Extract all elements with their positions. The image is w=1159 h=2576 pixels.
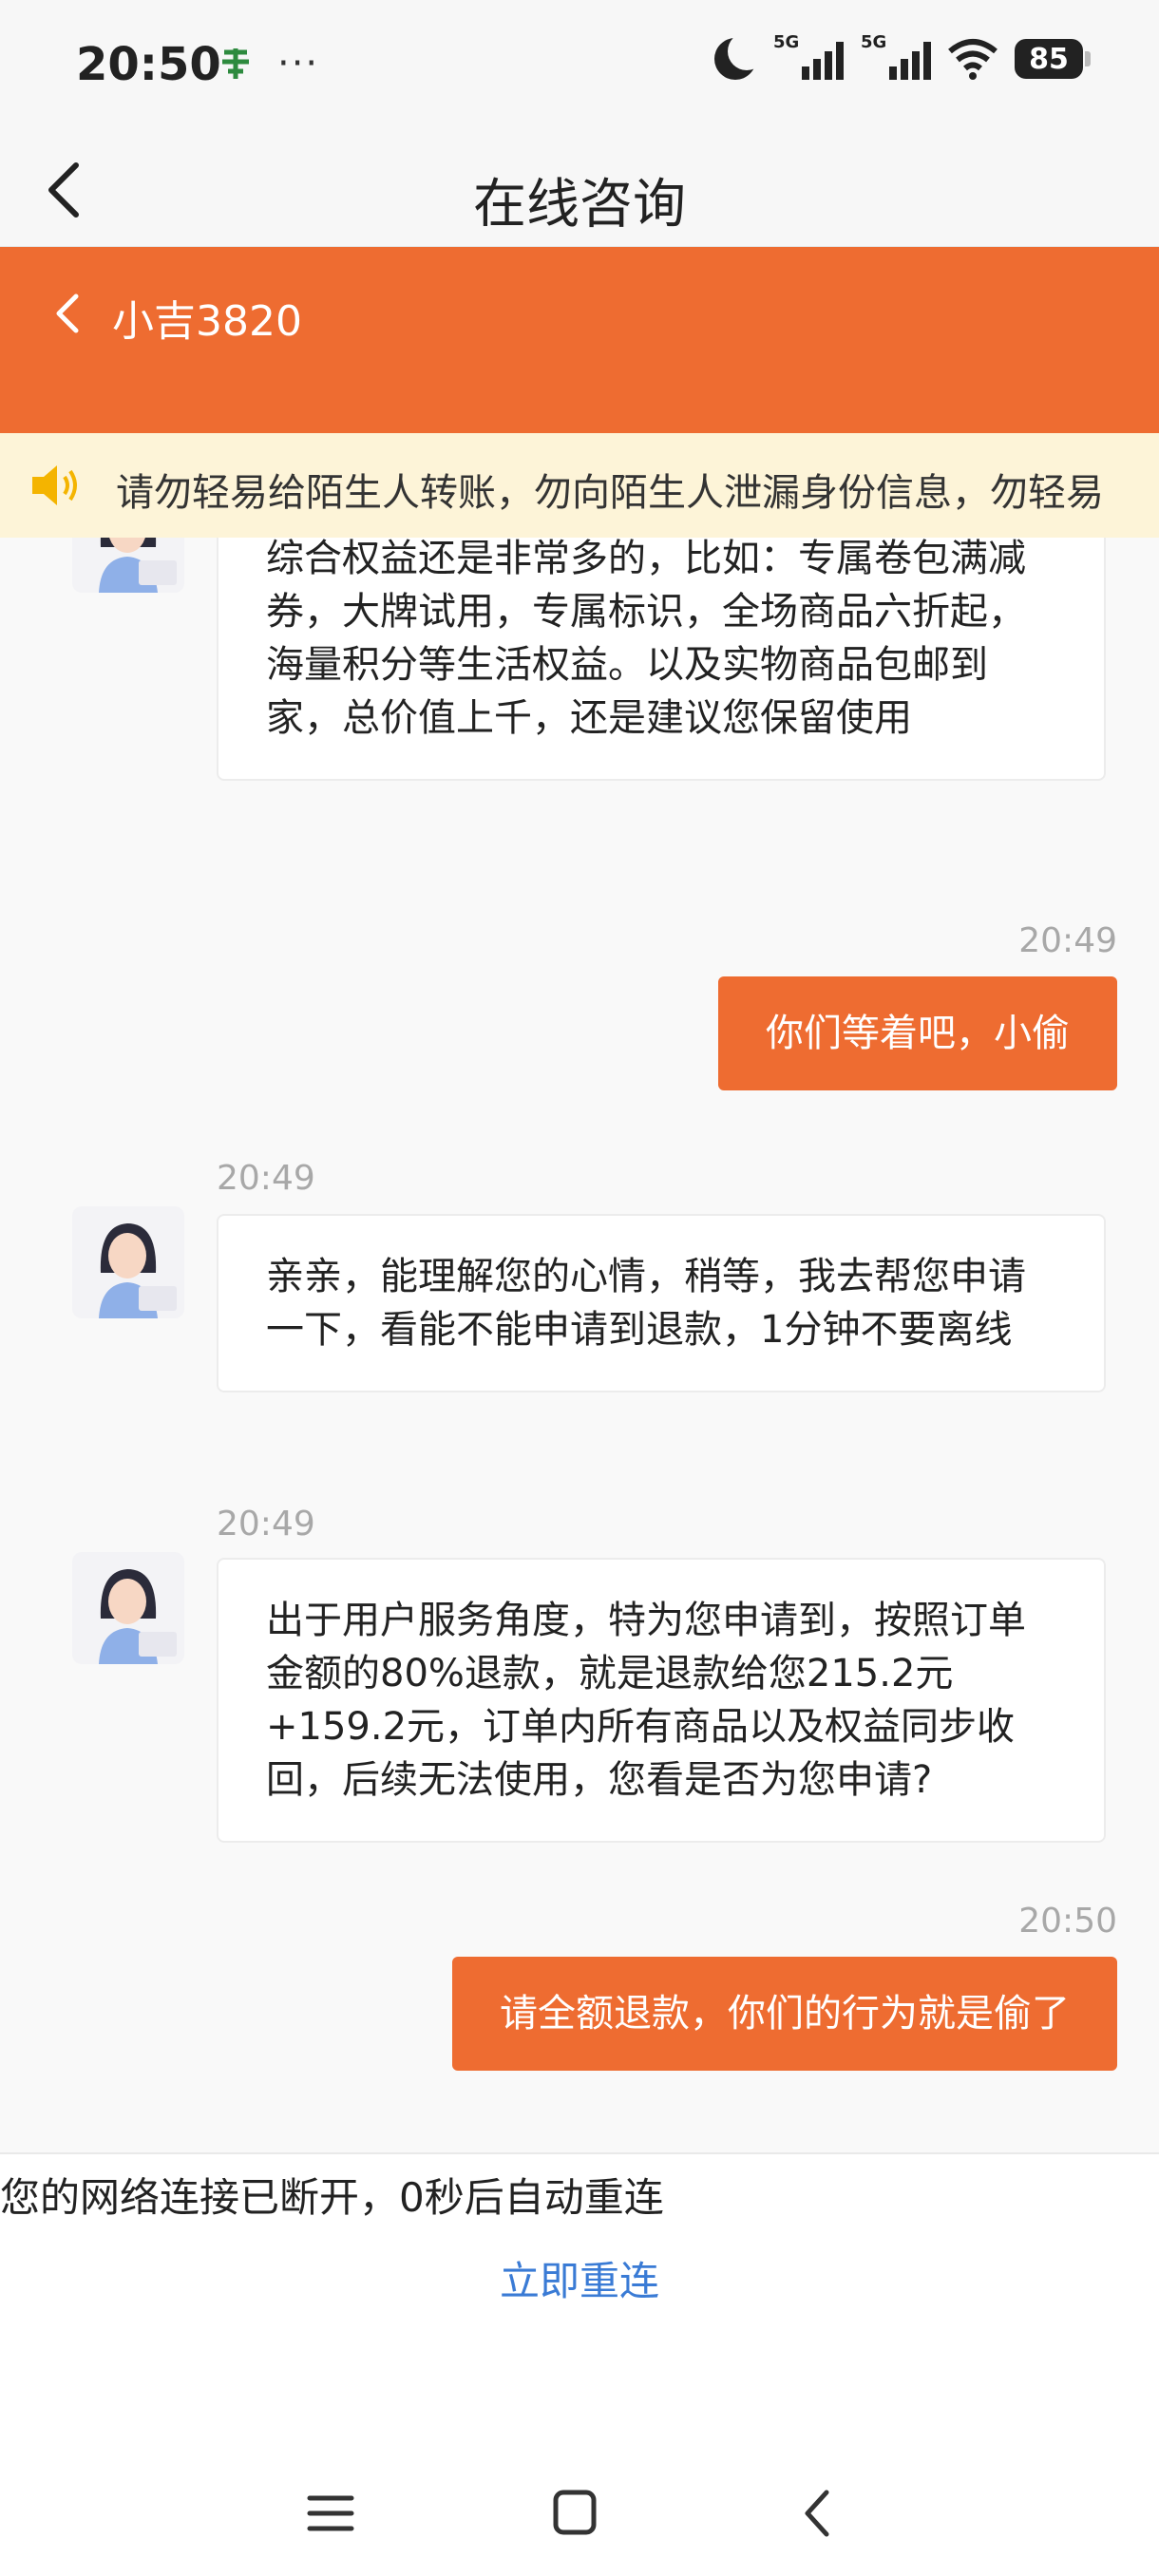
battery-indicator: 85 xyxy=(1015,39,1091,79)
message-timestamp: 20:50 xyxy=(1018,1902,1117,1941)
more-notifications-icon: ··· xyxy=(277,42,320,85)
signal-icon-2: 5G xyxy=(861,32,931,80)
agent-message-bubble: 亲亲，能理解您的心情，稍等，我去帮您申请一下，看能不能申请到退款，1分钟不要离线 xyxy=(217,1214,1106,1392)
notice-text: 请勿轻易给陌生人转账，勿向陌生人泄漏身份信息，勿轻易 xyxy=(116,471,1104,515)
speaker-icon xyxy=(32,465,77,505)
message-timestamp: 20:49 xyxy=(217,1159,315,1198)
status-bar: 20:50 ··· 5G 5G 85 xyxy=(0,0,1159,133)
message-timestamp: 20:49 xyxy=(217,1505,315,1544)
chat-back-button[interactable] xyxy=(44,285,93,342)
title-bar: 在线咨询 xyxy=(0,133,1159,247)
menu-icon[interactable] xyxy=(293,2479,369,2548)
message-timestamp: 20:49 xyxy=(1018,921,1117,960)
user-message-bubble: 请全额退款，你们的行为就是偷了 xyxy=(452,1957,1117,2071)
user-message-bubble: 你们等着吧，小偷 xyxy=(718,976,1117,1090)
carrier-icon xyxy=(222,48,249,79)
divider xyxy=(0,2152,1159,2154)
system-nav-bar xyxy=(0,2451,1159,2576)
chat-message-list[interactable]: 亲亲，理解您的心情呢，这两笔订单开通后，综合权益还是非常多的，比如：专属卷包满减… xyxy=(0,538,1159,2152)
network-type-label: 5G xyxy=(773,32,800,52)
agent-avatar xyxy=(72,1552,184,1664)
page-title: 在线咨询 xyxy=(473,174,686,236)
agent-avatar xyxy=(72,1206,184,1318)
message-text: 出于用户服务角度，特为您申请到，按照订单金额的80%退款，就是退款给您215.2… xyxy=(266,1599,1026,1802)
status-left-icons: ··· xyxy=(218,42,319,85)
chat-header: 小吉3820 xyxy=(0,247,1159,433)
back-icon[interactable] xyxy=(781,2479,857,2548)
message-text: 你们等着吧，小偷 xyxy=(766,1012,1070,1055)
home-icon[interactable] xyxy=(537,2479,613,2548)
message-text: 亲亲，理解您的心情呢，这两笔订单开通后，综合权益还是非常多的，比如：专属卷包满减… xyxy=(266,538,1026,740)
agent-message-bubble: 亲亲，理解您的心情呢，这两笔订单开通后，综合权益还是非常多的，比如：专属卷包满减… xyxy=(217,538,1106,781)
status-right-icons: 5G 5G 85 xyxy=(714,32,1091,80)
notice-banner: 请勿轻易给陌生人转账，勿向陌生人泄漏身份信息，勿轻易 xyxy=(0,433,1159,538)
network-type-label: 5G xyxy=(861,32,887,52)
agent-name: 小吉3820 xyxy=(112,297,302,346)
message-text: 请全额退款，你们的行为就是偷了 xyxy=(500,1992,1070,2036)
message-text: 亲亲，能理解您的心情，稍等，我去帮您申请一下，看能不能申请到退款，1分钟不要离线 xyxy=(266,1255,1026,1352)
agent-message-bubble: 出于用户服务角度，特为您申请到，按照订单金额的80%退款，就是退款给您215.2… xyxy=(217,1558,1106,1843)
signal-icon-1: 5G xyxy=(773,32,844,80)
reconnect-now-link[interactable]: 立即重连 xyxy=(0,2249,1159,2307)
status-time: 20:50 xyxy=(76,38,221,91)
wifi-icon xyxy=(948,39,998,80)
agent-avatar xyxy=(72,538,184,593)
moon-icon xyxy=(714,32,766,80)
connection-status-text: 您的网络连接已断开，0秒后自动重连 xyxy=(0,2174,664,2221)
